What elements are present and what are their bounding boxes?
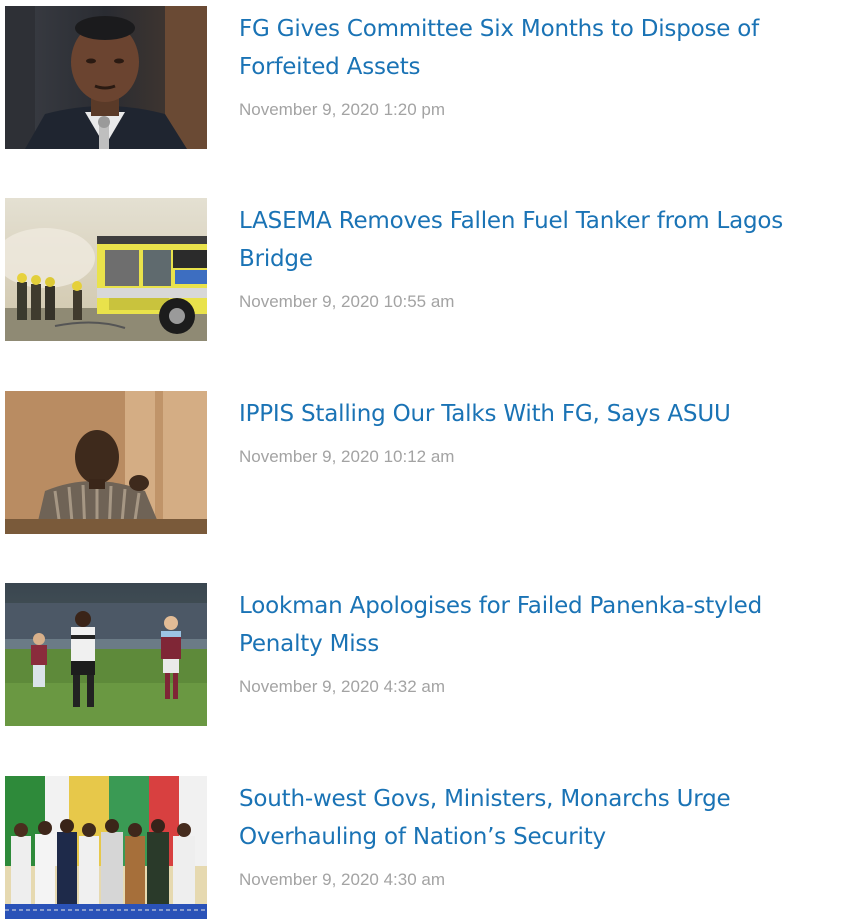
- article-thumbnail[interactable]: [5, 776, 207, 919]
- news-item[interactable]: LASEMA Removes Fallen Fuel Tanker from L…: [5, 198, 849, 341]
- fire-truck-and-firefighters-image: [5, 198, 207, 341]
- article-date: November 9, 2020 4:32 am: [239, 677, 446, 696]
- news-item[interactable]: South-west Govs, Ministers, Monarchs Urg…: [5, 776, 849, 919]
- article-title[interactable]: Lookman Apologises for Failed Panenka-st…: [239, 587, 847, 663]
- article-thumbnail[interactable]: [5, 6, 207, 149]
- news-item[interactable]: Lookman Apologises for Failed Panenka-st…: [5, 583, 849, 726]
- officials-standing-at-event-image: [5, 776, 207, 919]
- news-item[interactable]: FG Gives Committee Six Months to Dispose…: [5, 6, 849, 149]
- article-title[interactable]: FG Gives Committee Six Months to Dispose…: [239, 10, 847, 86]
- man-seated-at-desk-image: [5, 391, 207, 534]
- article-date: November 9, 2020 10:55 am: [239, 292, 455, 311]
- article-thumbnail[interactable]: [5, 198, 207, 341]
- article-date: November 9, 2020 10:12 am: [239, 447, 455, 466]
- article-title[interactable]: South-west Govs, Ministers, Monarchs Urg…: [239, 780, 847, 856]
- article-date: November 9, 2020 1:20 pm: [239, 100, 446, 119]
- news-item[interactable]: IPPIS Stalling Our Talks With FG, Says A…: [5, 391, 849, 534]
- article-title[interactable]: IPPIS Stalling Our Talks With FG, Says A…: [239, 395, 847, 433]
- article-title[interactable]: LASEMA Removes Fallen Fuel Tanker from L…: [239, 202, 847, 278]
- news-list: FG Gives Committee Six Months to Dispose…: [0, 0, 849, 919]
- article-thumbnail[interactable]: [5, 583, 207, 726]
- article-date: November 9, 2020 4:30 am: [239, 870, 446, 889]
- article-thumbnail[interactable]: [5, 391, 207, 534]
- official-at-press-briefing-image: [5, 6, 207, 149]
- football-players-on-pitch-image: [5, 583, 207, 726]
